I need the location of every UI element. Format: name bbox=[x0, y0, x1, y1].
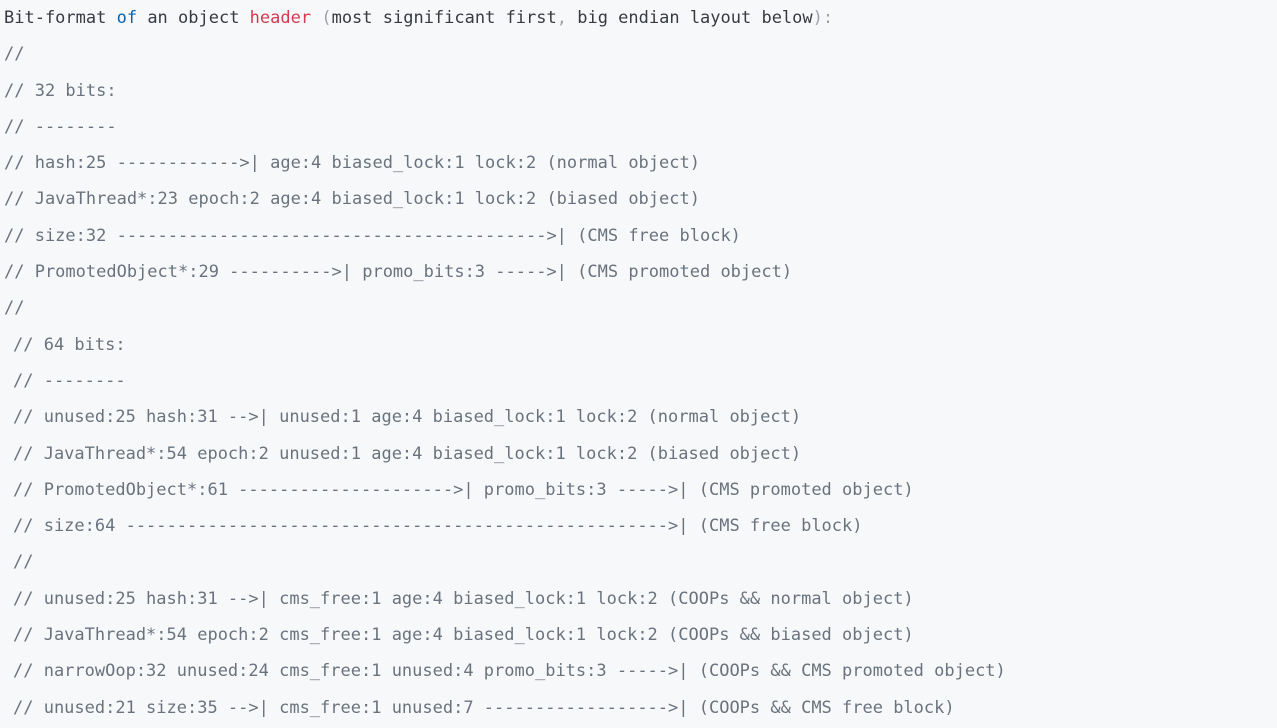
header-text-1: Bit-format bbox=[4, 8, 117, 28]
paren-close: ): bbox=[812, 8, 834, 28]
comment-line: // 64 bits: bbox=[13, 334, 126, 355]
comment-line: // JavaThread*:54 epoch:2 unused:1 age:4… bbox=[13, 443, 802, 464]
code-line-header: Bit-format of an object header (most sig… bbox=[0, 2, 1277, 38]
comment-line: // unused:25 hash:31 -->| cms_free:1 age… bbox=[13, 588, 914, 609]
comment-line: // hash:25 ------------>| age:4 biased_l… bbox=[4, 153, 700, 174]
comment-line: // 32 bits: bbox=[4, 80, 117, 101]
comment-line: // bbox=[4, 298, 25, 319]
comment-line: // size:64 -----------------------------… bbox=[13, 516, 863, 537]
comment-line: // JavaThread*:23 epoch:2 age:4 biased_l… bbox=[4, 189, 700, 210]
header-text-4: big endian layout below bbox=[567, 8, 813, 28]
comment-line: // -------- bbox=[13, 370, 126, 391]
keyword-header: header bbox=[249, 8, 312, 28]
comment-line: // size:32 -----------------------------… bbox=[4, 225, 741, 246]
comment-line: // narrowOop:32 unused:24 cms_free:1 unu… bbox=[13, 661, 1006, 682]
header-text-2: an object bbox=[137, 8, 250, 28]
paren-open: ( bbox=[311, 8, 332, 28]
comment-line: // -------- bbox=[4, 116, 117, 137]
header-text-3: most significant first bbox=[331, 8, 557, 28]
comment-line: // bbox=[13, 552, 34, 573]
comment-line: // PromotedObject*:29 ---------->| promo… bbox=[4, 262, 793, 283]
comment-line: // unused:21 size:35 -->| cms_free:1 unu… bbox=[13, 697, 955, 718]
comment-line: // unused:25 hash:31 -->| unused:1 age:4… bbox=[13, 407, 802, 428]
keyword-of: of bbox=[116, 8, 138, 28]
comment-line: // bbox=[4, 44, 25, 65]
code-block: Bit-format of an object header (most sig… bbox=[0, 0, 1277, 728]
comment-line: // PromotedObject*:61 ------------------… bbox=[13, 479, 914, 500]
comment-line: // JavaThread*:54 epoch:2 cms_free:1 age… bbox=[13, 625, 914, 646]
comma: , bbox=[556, 8, 567, 28]
